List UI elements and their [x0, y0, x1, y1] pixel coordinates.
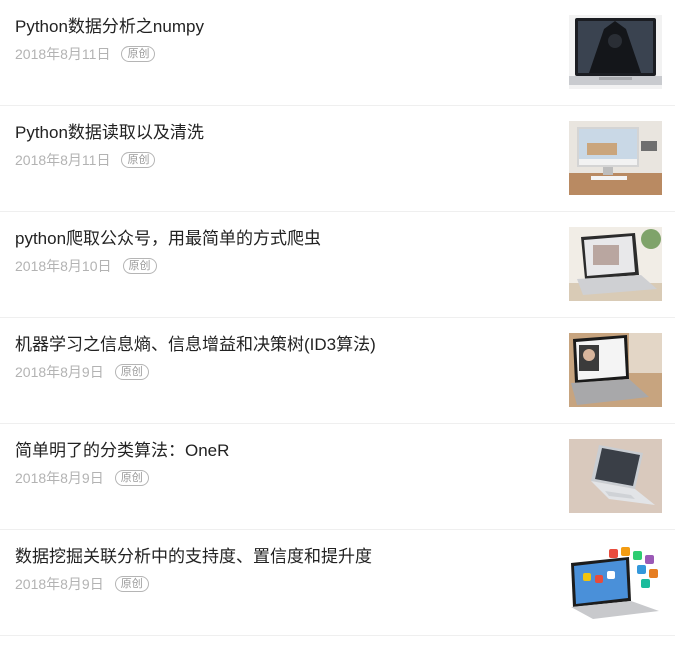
article-item[interactable]: Python数据读取以及清洗 2018年8月11日 原创 [0, 106, 675, 212]
article-title[interactable]: 机器学习之信息熵、信息增益和决策树(ID3算法) [15, 334, 376, 356]
article-meta: 2018年8月10日 原创 [15, 257, 157, 275]
article-title[interactable]: Python数据分析之numpy [15, 16, 204, 38]
original-badge: 原创 [114, 364, 149, 380]
original-badge: 原创 [121, 46, 156, 62]
article-item[interactable]: python爬取公众号，用最简单的方式爬虫 2018年8月10日 原创 [0, 212, 675, 318]
article-title[interactable]: 简单明了的分类算法：OneR [15, 440, 229, 462]
desktop-monitor-image[interactable] [569, 121, 662, 195]
article-item[interactable]: 机器学习之信息熵、信息增益和决策树(ID3算法) 2018年8月9日 原创 [0, 318, 675, 424]
laptop-desk-image[interactable] [569, 227, 662, 301]
article-date: 2018年8月9日 [15, 364, 104, 380]
laptop-batman-image[interactable] [569, 15, 662, 89]
article-date: 2018年8月11日 [15, 46, 111, 62]
original-badge: 原创 [121, 152, 156, 168]
article-date: 2018年8月10日 [15, 258, 112, 274]
article-title[interactable]: Python数据读取以及清洗 [15, 122, 204, 144]
article-meta: 2018年8月9日 原创 [15, 469, 149, 487]
original-badge: 原创 [114, 576, 149, 592]
laptop-silver-image[interactable] [569, 439, 662, 513]
article-date: 2018年8月9日 [15, 470, 104, 486]
article-list: Python数据分析之numpy 2018年8月11日 原创 Python数据读… [0, 0, 675, 647]
original-badge: 原创 [114, 470, 149, 486]
article-item[interactable]: 数据挖掘关联分析中的支持度、置信度和提升度 2018年8月9日 原创 [0, 530, 675, 636]
article-item[interactable]: 简单明了的分类算法：OneR 2018年8月9日 原创 [0, 424, 675, 530]
article-meta: 2018年8月11日 原创 [15, 151, 156, 169]
article-title[interactable]: python爬取公众号，用最简单的方式爬虫 [15, 228, 321, 250]
article-meta: 2018年8月9日 原创 [15, 363, 149, 381]
original-badge: 原创 [122, 258, 157, 274]
laptop-apps-image[interactable] [569, 545, 662, 619]
article-date: 2018年8月9日 [15, 576, 104, 592]
article-date: 2018年8月11日 [15, 152, 111, 168]
article-meta: 2018年8月9日 原创 [15, 575, 149, 593]
article-meta: 2018年8月11日 原创 [15, 45, 156, 63]
laptop-wood-desk-image[interactable] [569, 333, 662, 407]
article-title[interactable]: 数据挖掘关联分析中的支持度、置信度和提升度 [15, 546, 372, 568]
article-item[interactable]: Python数据分析之numpy 2018年8月11日 原创 [0, 0, 675, 106]
